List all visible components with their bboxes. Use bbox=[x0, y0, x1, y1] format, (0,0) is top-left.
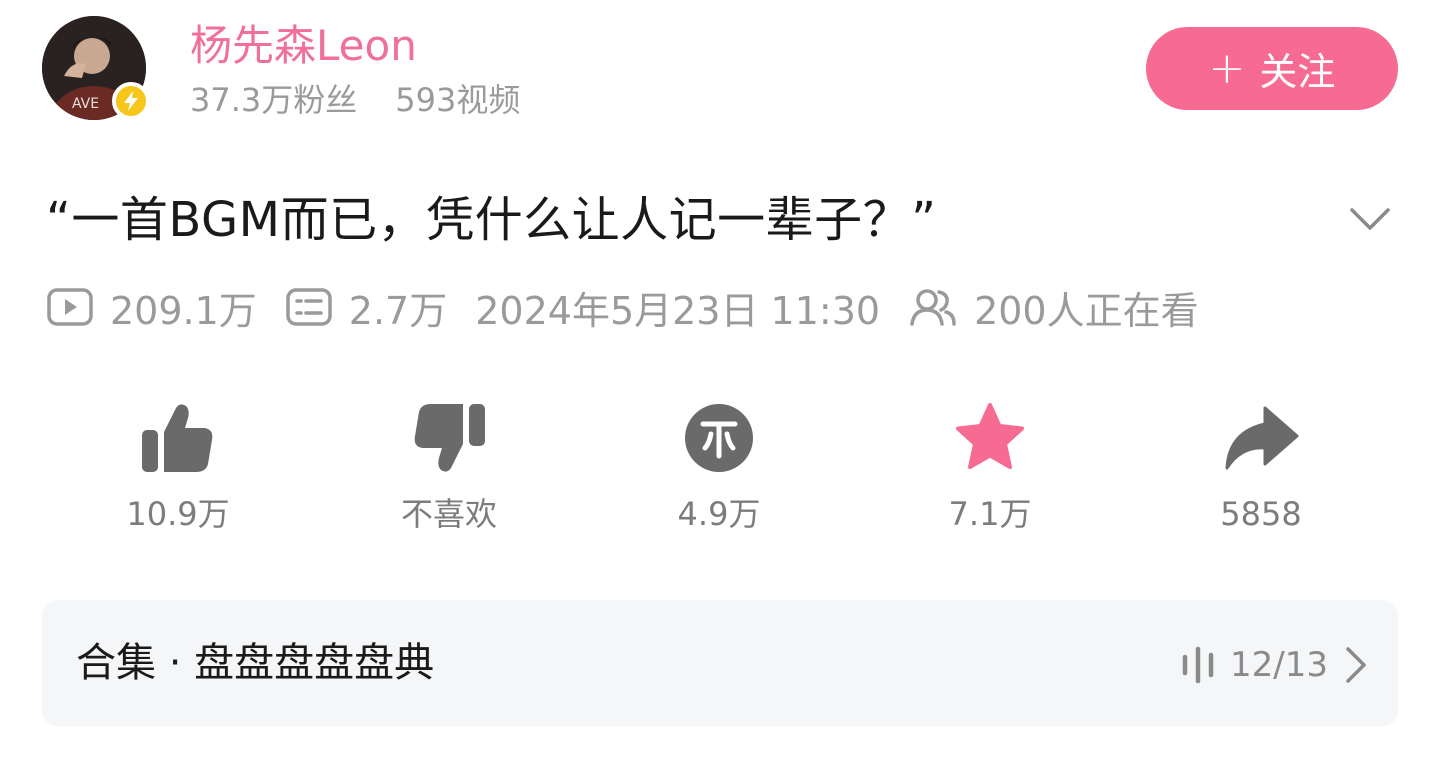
publish-datetime: 2024年5月23日 11:30 bbox=[475, 288, 881, 333]
verified-badge-icon bbox=[112, 82, 150, 120]
favorite-count: 7.1万 bbox=[948, 495, 1032, 533]
video-title[interactable]: “一首BGM而已，凭什么让人记一辈子？” bbox=[46, 188, 936, 252]
view-count: 209.1万 bbox=[110, 288, 257, 333]
watching-count: 200人正在看 bbox=[974, 288, 1199, 333]
play-icon bbox=[46, 287, 94, 327]
video-detail-page: AVE 杨先森Leon 37.3万粉丝 593视频 + 关注 “一首BGM而已，… bbox=[0, 0, 1440, 777]
collection-bar[interactable]: 合集 · 盘盘盘盘盘典 12/13 bbox=[42, 600, 1398, 726]
people-icon bbox=[908, 286, 958, 328]
video-count: 593视频 bbox=[395, 81, 521, 119]
plus-icon: + bbox=[1208, 42, 1246, 94]
coin-icon bbox=[679, 398, 759, 478]
uploader-name[interactable]: 杨先森Leon bbox=[190, 18, 417, 74]
follow-button[interactable]: + 关注 bbox=[1146, 27, 1398, 110]
video-meta-row: 209.1万 2.7万 2024年5月23日 11:30 200人正在看 bbox=[46, 282, 1199, 333]
chevron-right-icon bbox=[1346, 647, 1366, 683]
svg-text:AVE: AVE bbox=[72, 96, 99, 112]
follow-label: 关注 bbox=[1259, 50, 1336, 94]
coin-button[interactable]: 4.9万 bbox=[629, 398, 809, 536]
collection-episode-index: 12/13 bbox=[1230, 645, 1328, 685]
follower-count: 37.3万粉丝 bbox=[190, 81, 358, 119]
collection-progress: 12/13 bbox=[1180, 638, 1368, 692]
thumbs-up-icon bbox=[138, 398, 218, 478]
thumbs-down-icon bbox=[409, 398, 489, 478]
star-icon bbox=[950, 398, 1030, 478]
uploader-stats: 37.3万粉丝 593视频 bbox=[190, 78, 520, 122]
share-count: 5858 bbox=[1220, 495, 1302, 533]
dislike-button[interactable]: 不喜欢 bbox=[359, 398, 539, 536]
avatar[interactable]: AVE bbox=[42, 16, 150, 122]
collection-title: 合集 · 盘盘盘盘盘典 bbox=[76, 640, 435, 686]
favorite-button[interactable]: 7.1万 bbox=[900, 398, 1080, 536]
coin-count: 4.9万 bbox=[677, 495, 761, 533]
dislike-label: 不喜欢 bbox=[400, 495, 497, 533]
chevron-down-icon[interactable] bbox=[1346, 200, 1394, 236]
danmaku-icon bbox=[285, 287, 333, 327]
share-arrow-icon bbox=[1221, 398, 1301, 478]
share-button[interactable]: 5858 bbox=[1171, 398, 1351, 536]
like-button[interactable]: 10.9万 bbox=[88, 398, 268, 536]
like-count: 10.9万 bbox=[126, 495, 230, 533]
playlist-bars-icon bbox=[1182, 646, 1214, 684]
danmaku-count: 2.7万 bbox=[348, 288, 448, 333]
